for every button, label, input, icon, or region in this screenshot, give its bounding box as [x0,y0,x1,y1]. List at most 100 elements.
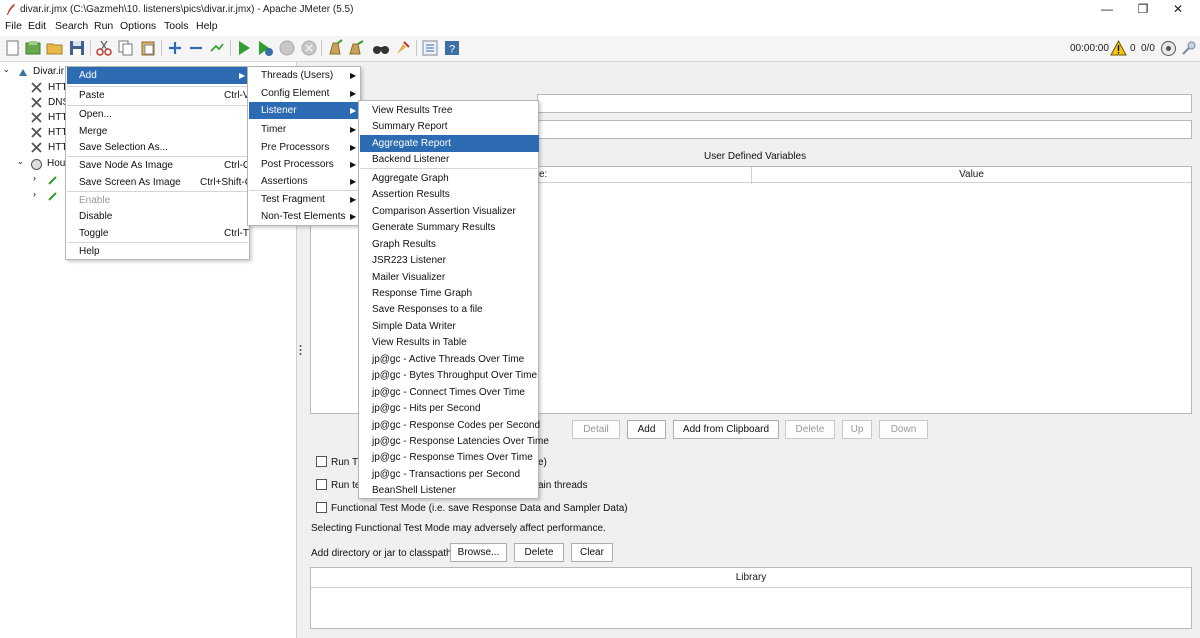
listener-menu-item[interactable]: Save Responses to a file [360,301,539,318]
menu-item-toggle[interactable]: Toggle Ctrl-T [67,225,250,242]
menu-item-help[interactable]: Help [67,243,250,260]
listener-menu-item[interactable]: JSR223 Listener [360,252,539,269]
menu-edit[interactable]: Edit [28,20,46,32]
reset-search-icon[interactable] [394,39,412,57]
run-teardown-checkbox[interactable] [316,479,327,490]
menu-item-label: Pre Processors [261,142,330,153]
elapsed-timer: 00:00:00 [1070,43,1109,54]
library-column-header[interactable]: Library [311,568,1191,588]
function-helper-icon[interactable] [421,39,439,57]
listener-menu-item[interactable]: Aggregate Report [360,134,539,152]
remote-engines-icon[interactable] [1160,40,1177,57]
menu-item-pre-processors[interactable]: Pre Processors ▶ [249,139,361,156]
listener-menu-item[interactable]: jp@gc - Response Codes per Second [360,417,540,434]
cut-icon[interactable] [95,39,113,57]
close-button[interactable]: ✕ [1163,0,1193,19]
toggle-icon[interactable] [208,39,226,57]
comments-field[interactable] [537,120,1192,139]
classpath-clear-button[interactable]: Clear [571,543,613,562]
minimize-button[interactable]: — [1092,0,1122,19]
log-viewer-icon[interactable] [1180,40,1197,57]
start-no-pauses-icon[interactable] [256,39,274,57]
menu-run[interactable]: Run [94,20,113,32]
menu-item-save-selection[interactable]: Save Selection As... [67,139,250,156]
tools-icon [31,127,42,138]
menu-item-timer[interactable]: Timer ▶ [249,121,361,138]
expand-all-icon[interactable] [166,39,184,57]
chevron-down-icon[interactable]: ⌄ [17,157,24,166]
menu-item-merge[interactable]: Merge [67,123,250,140]
shortcut-label: Ctrl-T [224,228,249,239]
menu-help[interactable]: Help [196,20,218,32]
templates-icon[interactable] [24,39,42,57]
chevron-down-icon[interactable]: ⌄ [3,65,10,74]
chevron-right-icon[interactable]: › [33,173,36,183]
classpath-label: Add directory or jar to classpath [311,548,452,559]
menu-tools[interactable]: Tools [164,20,189,32]
functional-test-mode-checkbox[interactable] [316,502,327,513]
copy-icon[interactable] [117,39,135,57]
listener-menu-item[interactable]: View Results in Table [360,334,539,351]
menu-item-save-screen-image[interactable]: Save Screen As Image Ctrl+Shift-G [67,174,253,191]
listener-menu-item[interactable]: Comparison Assertion Visualizer [360,203,539,220]
listener-menu-item[interactable]: BeanShell Listener [360,482,539,499]
run-thread-groups-checkbox[interactable] [316,456,327,467]
menu-item-label: Save Node As Image [79,160,173,171]
help-icon[interactable]: ? [443,39,461,57]
listener-menu-item[interactable]: jp@gc - Connect Times Over Time [360,384,539,401]
add-button[interactable]: Add [627,420,666,439]
listener-menu-item[interactable]: jp@gc - Response Times Over Time [360,449,539,466]
listener-menu-item[interactable]: Generate Summary Results [360,219,539,236]
menu-item-open[interactable]: Open... [67,106,250,123]
add-from-clipboard-button[interactable]: Add from Clipboard [673,420,779,439]
name-field[interactable] [537,94,1192,113]
listener-menu-item[interactable]: Assertion Results [360,186,539,203]
menu-item-paste[interactable]: Paste Ctrl-V [67,87,250,104]
udv-column-value[interactable]: Value [752,167,1191,183]
listener-menu-item[interactable]: Summary Report [360,118,539,135]
listener-menu-item[interactable]: Simple Data Writer [360,318,539,335]
menu-item-assertions[interactable]: Assertions ▶ [249,173,361,190]
listener-menu-item[interactable]: jp@gc - Response Latencies Over Time [360,433,549,450]
listener-menu-item[interactable]: jp@gc - Active Threads Over Time [360,351,539,368]
menu-item-save-node-image[interactable]: Save Node As Image Ctrl-G [67,157,251,174]
menu-item-disable[interactable]: Disable [67,208,250,225]
search-icon[interactable] [372,39,390,57]
clear-icon[interactable] [326,39,344,57]
start-icon[interactable] [235,39,253,57]
maximize-button[interactable]: ❐ [1128,0,1158,19]
new-icon[interactable] [4,39,22,57]
save-icon[interactable] [68,39,86,57]
library-table[interactable]: Library [310,567,1192,629]
listener-menu-item[interactable]: jp@gc - Bytes Throughput Over Time [360,367,539,384]
chevron-right-icon[interactable]: › [33,189,36,199]
functional-mode-note: Selecting Functional Test Mode may adver… [311,523,606,534]
classpath-delete-button[interactable]: Delete [514,543,564,562]
menu-item-add[interactable]: Add ▶ [67,67,250,84]
listener-menu-item[interactable]: View Results Tree [360,102,539,119]
menu-item-test-fragment[interactable]: Test Fragment ▶ [249,191,361,208]
menu-search[interactable]: Search [55,20,88,32]
clear-all-icon[interactable] [347,39,365,57]
browse-button[interactable]: Browse... [450,543,507,562]
menu-options[interactable]: Options [120,20,156,32]
paste-icon[interactable] [139,39,157,57]
menu-item-label: Non-Test Elements [261,211,346,222]
menu-item-listener[interactable]: Listener ▶ [249,102,361,119]
listener-menu-item[interactable]: Aggregate Graph [360,170,539,187]
listener-menu-item[interactable]: Graph Results [360,236,539,253]
warning-icon[interactable] [1110,40,1127,56]
listener-menu-item[interactable]: Backend Listener [360,151,539,168]
menu-item-non-test-elements[interactable]: Non-Test Elements ▶ [249,208,361,225]
menu-item-post-processors[interactable]: Post Processors ▶ [249,156,361,173]
menu-file[interactable]: File [5,20,22,32]
menu-item-threads[interactable]: Threads (Users) ▶ [249,67,361,84]
listener-menu-item[interactable]: jp@gc - Transactions per Second [360,466,539,483]
open-icon[interactable] [46,39,64,57]
listener-menu-item[interactable]: jp@gc - Hits per Second [360,400,539,417]
menu-item-config-element[interactable]: Config Element ▶ [249,85,361,102]
listener-menu-item[interactable]: Mailer Visualizer [360,269,539,286]
submenu-arrow-icon: ▶ [350,106,357,115]
listener-menu-item[interactable]: Response Time Graph [360,285,539,302]
collapse-all-icon[interactable] [187,39,205,57]
